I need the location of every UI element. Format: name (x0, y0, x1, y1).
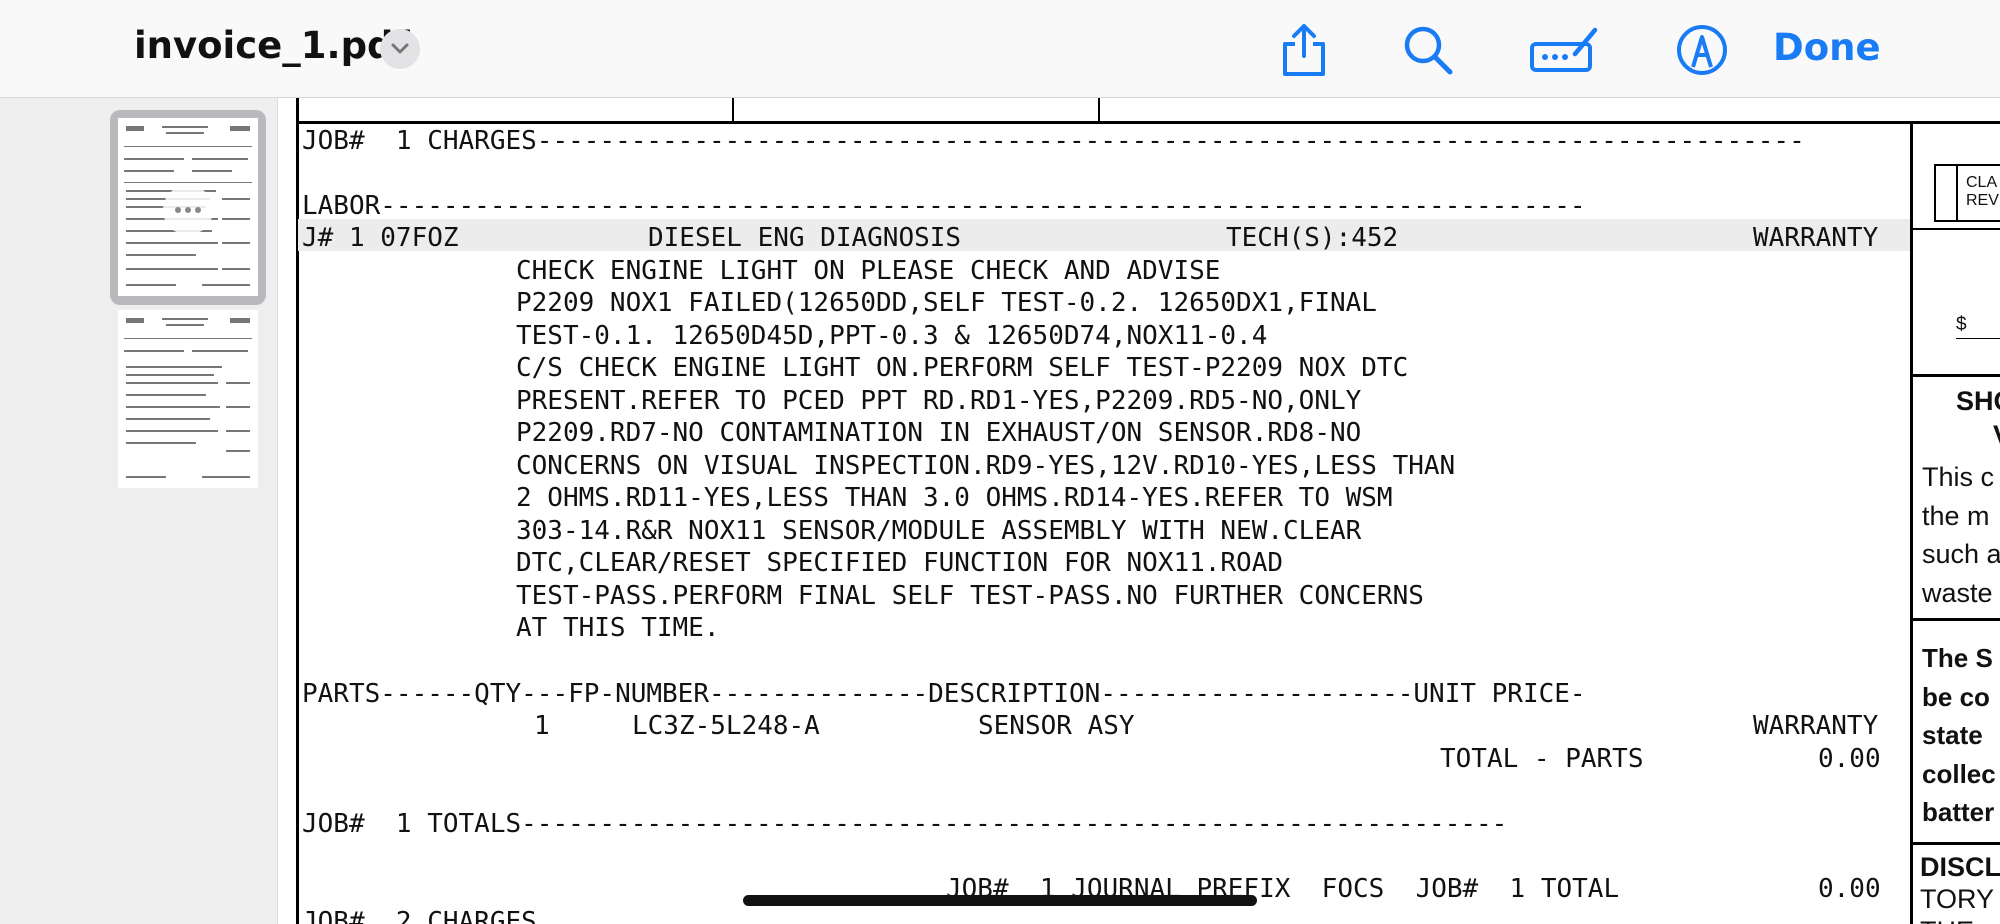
search-icon[interactable] (1400, 22, 1456, 78)
notice-line: the m (1922, 501, 1990, 531)
dollar-sign: $ (1956, 314, 1967, 335)
done-button[interactable]: Done (1773, 26, 1881, 69)
home-indicator[interactable] (743, 895, 1257, 906)
story-line: CONCERNS ON VISUAL INSPECTION.RD9-YES,12… (516, 451, 1456, 481)
job1-totals-header: JOB# 1 TOTALS---------------------------… (302, 809, 1508, 839)
labor-tech: TECH(S):452 (1226, 223, 1399, 253)
story-line: PRESENT.REFER TO PCED PPT RD.RD1-YES,P22… (516, 386, 1362, 416)
document-title[interactable]: invoice_1.pdf (134, 24, 410, 67)
section-heading: SHO (1956, 386, 2000, 416)
battery-notice-line: be co (1922, 682, 1990, 712)
claim-box: CLA REV (1934, 164, 2000, 222)
story-line: CHECK ENGINE LIGHT ON PLEASE CHECK AND A… (516, 256, 1221, 286)
labor-pay-type: WARRANTY (1753, 223, 1879, 253)
story-line: DTC,CLEAR/RESET SPECIFIED FUNCTION FOR N… (516, 548, 1284, 578)
battery-notice-line: state (1922, 720, 1983, 750)
parts-total-label: TOTAL - PARTS (1440, 744, 1644, 774)
battery-notice-line: batter (1922, 797, 1995, 827)
claim-box-text: CLA (1966, 174, 1998, 191)
story-line: AT THIS TIME. (516, 613, 720, 643)
table-border-top (296, 121, 2000, 124)
section-heading-line-2: V (1993, 420, 2000, 451)
labor-op-code: J# 1 07FOZ (302, 223, 459, 253)
battery-notice-line: collec (1922, 759, 1996, 789)
chevron-down-icon[interactable] (380, 29, 420, 69)
markup-pen-icon[interactable] (1674, 22, 1730, 78)
job1-charges-header: JOB# 1 CHARGES--------------------------… (302, 126, 1805, 156)
page-thumbnail-sidebar (0, 98, 278, 924)
parts-description: SENSOR ASY (978, 711, 1135, 741)
more-dots-icon[interactable] (163, 185, 213, 235)
disclaimer-line: TORY (1920, 884, 1995, 914)
notice-line: This c (1922, 462, 1995, 492)
share-icon[interactable] (1276, 22, 1332, 78)
notice-line: such a (1922, 539, 2000, 569)
job2-charges-header: JOB# 2 CHARGES (302, 907, 537, 924)
parts-qty: 1 (534, 711, 550, 741)
page-thumbnail-2[interactable] (118, 310, 258, 488)
battery-notice-line: The S (1922, 643, 1993, 673)
parts-pay-type: WARRANTY (1753, 711, 1879, 741)
right-panel-border (1910, 122, 1913, 924)
disclaimer-title: DISCL (1920, 852, 2000, 882)
page-thumbnail-1-selected[interactable] (110, 110, 266, 305)
labor-description: DIESEL ENG DIAGNOSIS (648, 223, 962, 253)
story-line: TEST-PASS.PERFORM FINAL SELF TEST-PASS.N… (516, 581, 1424, 611)
story-line: TEST-0.1. 12650D45D,PPT-0.3 & 12650D74,N… (516, 321, 1268, 351)
table-divider (1098, 98, 1100, 122)
table-divider (732, 98, 734, 122)
pdf-page-view[interactable]: JOB# 1 CHARGES--------------------------… (278, 98, 2000, 924)
story-line: C/S CHECK ENGINE LIGHT ON.PERFORM SELF T… (516, 353, 1409, 383)
journal-total-value: 0.00 (1818, 874, 1881, 904)
disclaimer-line: THE (1920, 916, 1974, 924)
review-box-text: REV (1966, 192, 1999, 209)
toolbar: invoice_1.pdf Done (0, 0, 2000, 98)
story-line: 303-14.R&R NOX11 SENSOR/MODULE ASSEMBLY … (516, 516, 1362, 546)
story-line: 2 OHMS.RD11-YES,LESS THAN 3.0 OHMS.RD14-… (516, 483, 1393, 513)
story-line: P2209.RD7-NO CONTAMINATION IN EXHAUST/ON… (516, 418, 1362, 448)
parts-number: LC3Z-5L248-A (632, 711, 820, 741)
form-fill-icon[interactable] (1528, 22, 1602, 78)
notice-line: waste (1922, 578, 1993, 608)
labor-header: LABOR-----------------------------------… (302, 191, 1586, 221)
parts-header: PARTS------QTY---FP-NUMBER--------------… (302, 679, 1586, 709)
parts-total-value: 0.00 (1818, 744, 1881, 774)
story-line: P2209 NOX1 FAILED(12650DD,SELF TEST-0.2.… (516, 288, 1377, 318)
highlighted-labor-row (298, 219, 1910, 251)
